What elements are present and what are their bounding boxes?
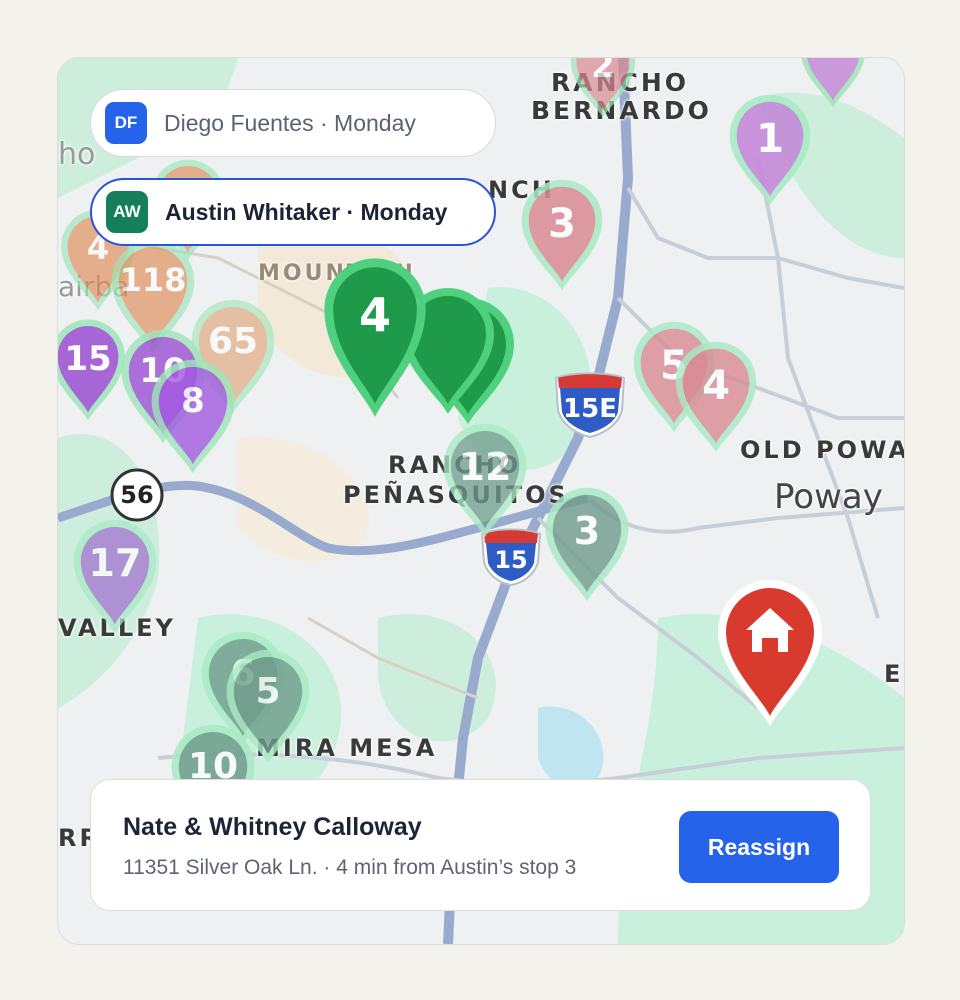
customer-name: Nate & Whitney Calloway bbox=[123, 813, 422, 841]
route-stop-number: 2 bbox=[591, 57, 615, 86]
route-stop-pin[interactable]: 17 bbox=[70, 518, 160, 635]
route-stop-pin[interactable]: 3 bbox=[542, 486, 632, 603]
technician-chip-label: Diego Fuentes · Monday bbox=[164, 109, 416, 136]
home-pin[interactable] bbox=[710, 568, 830, 728]
route-stop-number: 3 bbox=[548, 201, 576, 247]
route-stop-pin[interactable]: 8 bbox=[148, 358, 238, 475]
map-label-ho: ho bbox=[58, 137, 96, 172]
interstate-15-label: 15 bbox=[494, 546, 528, 574]
route-stop-pin[interactable]: 2 bbox=[568, 57, 638, 119]
route-stop-pin[interactable]: 12 bbox=[440, 422, 530, 539]
customer-address: 11351 Silver Oak Ln. · 4 min from Austin… bbox=[123, 856, 577, 879]
interstate-15e-label: 15E bbox=[563, 394, 617, 424]
route-stop-number: 118 bbox=[119, 261, 187, 299]
map-label-old-poway: OLD POWA bbox=[740, 436, 905, 464]
interstate-15e-shield: 15E bbox=[552, 370, 628, 439]
technician-chip-austin[interactable]: AW Austin Whitaker · Monday bbox=[90, 178, 496, 246]
route-card: RANCHO BERNARDO NCH ho airba MOUNTAIN RA… bbox=[0, 0, 960, 1000]
technician-chip-label: Austin Whitaker · Monday bbox=[165, 198, 448, 225]
reassign-button[interactable]: Reassign bbox=[679, 811, 839, 883]
selected-route-stop-pin[interactable]: 4 bbox=[320, 254, 430, 419]
route-stop-number: 3 bbox=[573, 509, 601, 553]
map-label-poway: Poway bbox=[774, 477, 883, 517]
route-stop-number: 17 bbox=[88, 541, 142, 585]
avatar-aw: AW bbox=[106, 191, 148, 233]
route-stop-number: 5 bbox=[255, 671, 281, 712]
route-stop-pin[interactable]: 3 bbox=[518, 178, 606, 292]
route-stop-number: 12 bbox=[458, 445, 512, 489]
route-stop-pin[interactable]: 1 bbox=[726, 93, 814, 207]
route-stop-number: 8 bbox=[181, 381, 205, 421]
map-label-edge: E bbox=[884, 660, 904, 688]
avatar-df: DF bbox=[105, 102, 147, 144]
route-stop-number: 1 bbox=[756, 116, 784, 162]
state-route-56-label: 56 bbox=[120, 481, 154, 509]
technician-chip-diego[interactable]: DF Diego Fuentes · Monday bbox=[90, 89, 496, 157]
state-route-56-shield: 56 bbox=[110, 468, 164, 522]
route-stop-number: 4 bbox=[702, 363, 730, 409]
home-icon bbox=[718, 580, 822, 726]
customer-info-card: Nate & Whitney Calloway 11351 Silver Oak… bbox=[90, 779, 871, 911]
selected-route-stop-number: 4 bbox=[358, 288, 391, 342]
route-stop-pin[interactable]: 4 bbox=[672, 340, 760, 454]
